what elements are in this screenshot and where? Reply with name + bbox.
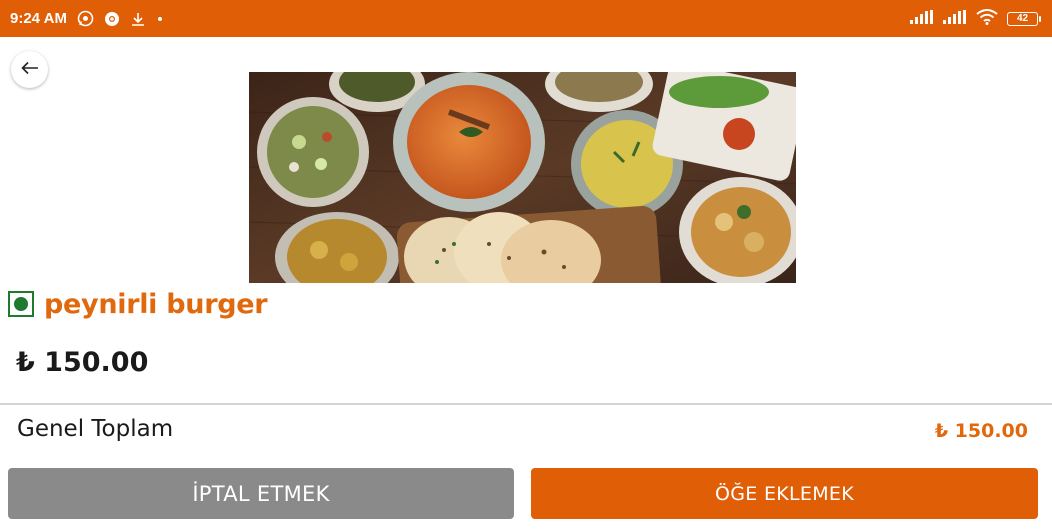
status-icons-right: 42 [910,0,1041,37]
item-price: ₺ 150.00 [16,347,149,378]
total-label: Genel Toplam [17,416,174,442]
divider [0,403,1052,405]
veg-icon [8,291,34,317]
item-title-row: peynirli burger [8,287,268,321]
back-button[interactable] [11,51,48,88]
wifi-icon [976,8,998,29]
battery-icon: 42 [1007,11,1041,26]
signal-icon [943,9,967,28]
total-value: ₺ 150.00 [934,420,1028,442]
signal-icon [910,9,934,28]
status-time: 9:24 AM [10,10,67,27]
arrow-left-icon [20,60,39,79]
whatsapp-icon [77,10,94,27]
add-item-button[interactable]: ÖĞE EKLEMEK [531,468,1038,519]
chrome-icon [104,11,120,27]
download-icon [130,11,146,27]
item-title: peynirli burger [44,288,268,320]
status-icons-left [77,10,164,27]
status-bar: 9:24 AM 42 [0,0,1052,37]
cancel-button[interactable]: İPTAL ETMEK [8,468,514,519]
dot-icon [156,15,164,23]
food-image [249,72,796,283]
